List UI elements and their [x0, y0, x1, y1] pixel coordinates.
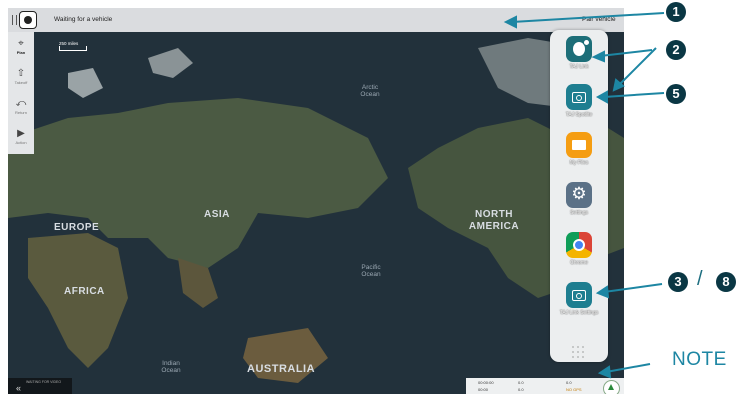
callout-slash: / [697, 268, 703, 290]
callout-badge-5: 5 [666, 84, 686, 104]
callout-arrows [503, 12, 665, 379]
callout-badge-3: 3 [668, 272, 688, 292]
callout-badge-1: 1 [666, 2, 686, 22]
callout-badge-8: 8 [716, 272, 736, 292]
note-label: NOTE [672, 349, 727, 370]
callout-badge-2: 2 [666, 40, 686, 60]
